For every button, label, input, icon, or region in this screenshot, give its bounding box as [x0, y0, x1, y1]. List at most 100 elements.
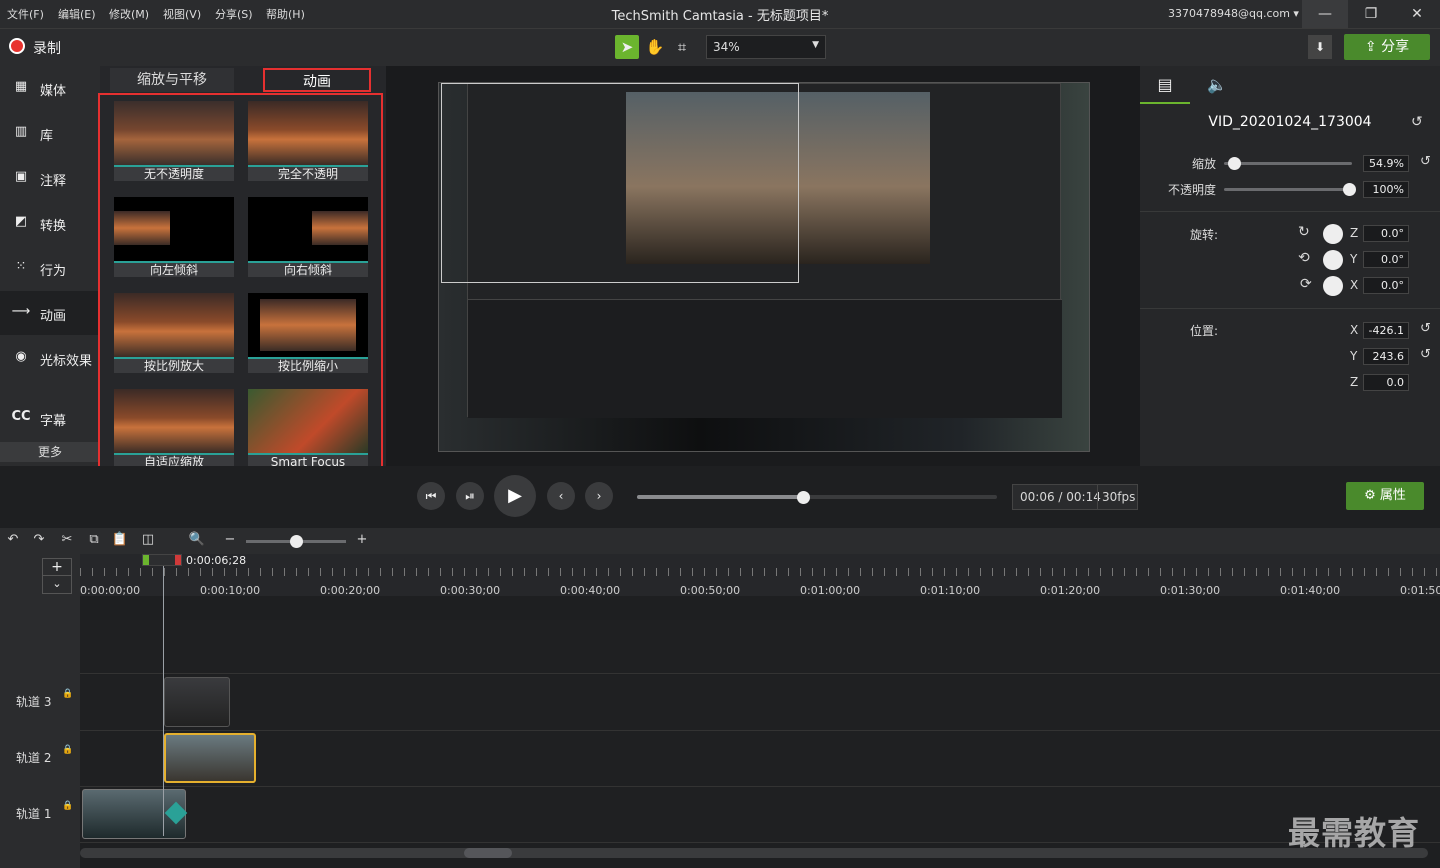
anim-full-opacity[interactable]: 完全不透明 — [248, 101, 368, 181]
properties-button[interactable]: ⚙ 属性 — [1346, 482, 1424, 510]
zoom-in-icon[interactable]: + — [353, 532, 371, 550]
paste-icon[interactable]: 📋 — [111, 532, 129, 550]
select-tool-icon[interactable]: ➤ — [615, 35, 639, 59]
lock-icon[interactable]: 🔒 — [62, 689, 73, 699]
add-track-control[interactable]: + ⌄ — [42, 558, 72, 594]
anim-adaptive-zoom[interactable]: 自适应缩放 — [114, 389, 234, 469]
reset-position-x-icon[interactable]: ↺ — [1420, 321, 1431, 336]
timeline-ruler[interactable]: 0:00:00;00 0:00:10;00 0:00:20;00 0:00:30;00… — [80, 554, 1440, 597]
step-frame-icon[interactable]: ⏯ — [456, 482, 484, 510]
maximize-button[interactable]: ❐ — [1348, 0, 1394, 28]
sidebar-item-transitions[interactable]: ◩ 转换 — [0, 201, 100, 245]
rotation-y-value[interactable]: 0.0° — [1363, 251, 1409, 268]
library-icon: ▥ — [14, 124, 28, 139]
redo-icon[interactable]: ↷ — [30, 532, 48, 550]
position-x-value[interactable]: -426.1 — [1363, 322, 1409, 339]
lock-icon[interactable]: 🔒 — [62, 801, 73, 811]
close-button[interactable]: ✕ — [1394, 0, 1440, 28]
menu-file[interactable]: 文件(F) — [7, 6, 44, 22]
audio-properties-tab-icon[interactable]: 🔈 — [1192, 66, 1242, 104]
menu-edit[interactable]: 编辑(E) — [58, 6, 96, 22]
scale-slider-thumb[interactable] — [1228, 157, 1242, 170]
reset-scale-icon[interactable]: ↺ — [1420, 154, 1431, 169]
zoom-out-icon[interactable]: − — [221, 532, 239, 550]
anim-no-opacity[interactable]: 无不透明度 — [114, 101, 234, 181]
reset-icon[interactable]: ↺ — [1411, 114, 1423, 130]
share-button[interactable]: ⇪ 分享 — [1344, 34, 1430, 60]
scrollbar-thumb[interactable] — [464, 848, 512, 858]
playhead-in-marker[interactable] — [143, 555, 149, 565]
download-icon[interactable]: ⬇ — [1308, 35, 1332, 59]
record-button[interactable]: 录制 — [33, 38, 61, 58]
copy-icon[interactable]: ⧉ — [85, 532, 103, 550]
scale-value[interactable]: 54.9% — [1363, 155, 1409, 172]
opacity-value[interactable]: 100% — [1363, 181, 1409, 198]
sidebar-item-annotations[interactable]: ▣ 注释 — [0, 156, 100, 200]
axis-z-label: Z — [1350, 375, 1359, 389]
opacity-slider[interactable] — [1224, 188, 1352, 191]
pan-tool-icon[interactable]: ✋ — [643, 35, 667, 59]
sidebar-item-animations[interactable]: ⟶ 动画 — [0, 291, 100, 335]
visual-properties-tab-icon[interactable]: ▤ — [1140, 66, 1190, 104]
account-menu[interactable]: 3370478948@qq.com ▾ — [1168, 7, 1299, 20]
anim-tilt-left[interactable]: 向左倾斜 — [114, 197, 234, 277]
playhead-out-marker[interactable] — [175, 555, 181, 565]
step-back-icon[interactable]: ⏮ — [417, 482, 445, 510]
search-icon[interactable]: 🔍 — [188, 532, 206, 550]
scale-slider[interactable] — [1224, 162, 1352, 165]
anim-scale-down[interactable]: 按比例缩小 — [248, 293, 368, 373]
menu-help[interactable]: 帮助(H) — [266, 6, 305, 22]
chevron-down-icon[interactable]: ⌄ — [43, 577, 71, 594]
sidebar-item-captions[interactable]: CC 字幕 — [0, 396, 100, 440]
menu-modify[interactable]: 修改(M) — [109, 6, 149, 22]
sidebar-item-behaviors[interactable]: ⁙ 行为 — [0, 246, 100, 290]
menu-view[interactable]: 视图(V) — [163, 6, 201, 22]
record-icon[interactable] — [9, 38, 25, 54]
anim-tilt-right[interactable]: 向右倾斜 — [248, 197, 368, 277]
playhead[interactable] — [142, 554, 182, 566]
crop-tool-icon[interactable]: ⌗ — [670, 35, 694, 59]
anim-scale-up[interactable]: 按比例放大 — [114, 293, 234, 373]
reset-position-y-icon[interactable]: ↺ — [1420, 347, 1431, 362]
lock-icon[interactable]: 🔒 — [62, 745, 73, 755]
undo-icon[interactable]: ↶ — [4, 532, 22, 550]
timeline-clip-selected[interactable] — [164, 733, 256, 783]
previous-icon[interactable]: ‹ — [547, 482, 575, 510]
timeline-scrollbar[interactable] — [80, 848, 1428, 858]
rotation-x-value[interactable]: 0.0° — [1363, 277, 1409, 294]
opacity-slider-thumb[interactable] — [1343, 183, 1357, 196]
cut-icon[interactable]: ✂ — [58, 532, 76, 550]
sidebar-item-media[interactable]: ▦ 媒体 — [0, 66, 100, 110]
zoom-select[interactable]: 34% ▼ — [706, 35, 826, 59]
anim-smart-focus[interactable]: Smart Focus — [248, 389, 368, 469]
track-1[interactable] — [80, 787, 1440, 843]
sidebar-item-cursor-effects[interactable]: ◉ 光标效果 — [0, 336, 100, 380]
plus-icon[interactable]: + — [43, 559, 71, 576]
thumb-label: 完全不透明 — [248, 165, 368, 181]
time-value: 00:06 / 00:14 — [1020, 490, 1101, 504]
track-3[interactable] — [80, 675, 1440, 731]
ruler-tick-label: 0:01:40;00 — [1280, 584, 1341, 597]
rotation-z-dial[interactable] — [1323, 224, 1343, 244]
rotation-y-dial[interactable] — [1323, 250, 1343, 270]
position-z-value[interactable]: 0.0 — [1363, 374, 1409, 391]
track-2[interactable] — [80, 731, 1440, 787]
timeline-clip[interactable] — [164, 677, 230, 727]
tab-animations[interactable]: 动画 — [263, 68, 371, 92]
minimize-button[interactable]: — — [1302, 0, 1348, 28]
rotation-x-dial[interactable] — [1323, 276, 1343, 296]
rotation-z-value[interactable]: 0.0° — [1363, 225, 1409, 242]
position-y-value[interactable]: 243.6 — [1363, 348, 1409, 365]
tab-zoom-pan[interactable]: 缩放与平移 — [110, 68, 234, 92]
playback-scrubber[interactable] — [637, 495, 997, 499]
menu-share[interactable]: 分享(S) — [215, 6, 253, 22]
timeline-zoom-thumb[interactable] — [290, 535, 303, 548]
play-icon[interactable]: ▶ — [494, 475, 536, 517]
next-icon[interactable]: › — [585, 482, 613, 510]
scrubber-thumb[interactable] — [796, 491, 810, 504]
split-icon[interactable]: ◫ — [139, 532, 157, 550]
selection-box[interactable] — [441, 83, 799, 283]
more-button[interactable]: 更多 — [0, 442, 100, 462]
preview-canvas[interactable] — [438, 82, 1090, 452]
sidebar-item-library[interactable]: ▥ 库 — [0, 111, 100, 155]
